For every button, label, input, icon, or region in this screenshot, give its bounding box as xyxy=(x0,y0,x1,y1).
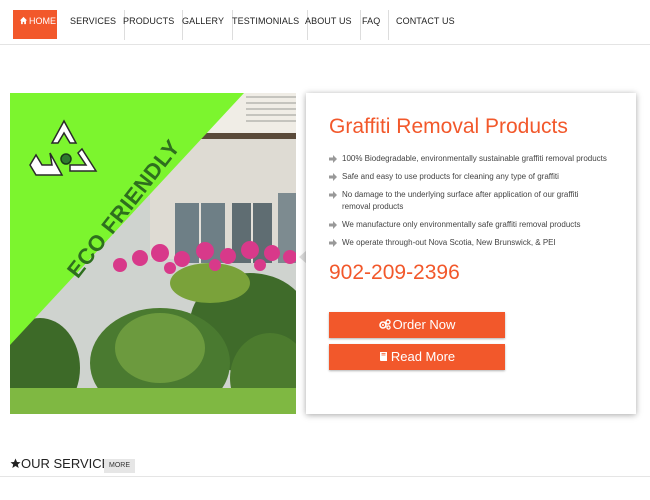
phone-number[interactable]: 902-209-2396 xyxy=(329,261,460,285)
order-now-label: Order Now xyxy=(392,317,456,332)
order-now-button[interactable]: Order Now xyxy=(329,312,505,338)
book-icon xyxy=(379,352,387,361)
gears-icon xyxy=(378,319,391,330)
feature-text: Safe and easy to use products for cleani… xyxy=(342,172,559,181)
home-icon xyxy=(19,16,28,25)
feature-text: 100% Biodegradable, environmentally sust… xyxy=(342,154,607,163)
nav-testimonials[interactable]: TESTIMONIALS xyxy=(224,10,309,40)
star-icon xyxy=(10,458,21,468)
feature-text: No damage to the underlying surface afte… xyxy=(342,190,579,211)
arrow-bullet-icon xyxy=(329,239,337,247)
nav-home-label: HOME xyxy=(29,16,56,26)
nav-contact-us[interactable]: CONTACT US xyxy=(388,10,463,40)
arrow-bullet-icon xyxy=(329,155,337,163)
nav-about-us[interactable]: ABOUT US xyxy=(297,10,361,40)
arrow-bullet-icon xyxy=(329,191,337,199)
our-services-heading: OUR SERVICES xyxy=(10,456,119,471)
feature-item: No damage to the underlying surface afte… xyxy=(329,189,619,213)
feature-text: We manufacture only environmentally safe… xyxy=(342,220,581,229)
arrow-bullet-icon xyxy=(329,173,337,181)
nav-faq[interactable]: FAQ xyxy=(354,10,390,40)
read-more-label: Read More xyxy=(390,349,456,364)
hero-photo: ECO FRIENDLY xyxy=(10,93,296,414)
feature-item: 100% Biodegradable, environmentally sust… xyxy=(329,153,619,165)
main-nav: HOME SERVICES PRODUCTS GALLERY TESTIMONI… xyxy=(0,0,650,45)
card-title: Graffiti Removal Products xyxy=(329,115,568,138)
arrow-bullet-icon xyxy=(329,221,337,229)
building-photo xyxy=(10,93,296,414)
product-card: Graffiti Removal Products 100% Biodegrad… xyxy=(306,93,636,414)
services-divider xyxy=(0,476,650,477)
nav-home[interactable]: HOME xyxy=(13,10,57,39)
services-more-button[interactable]: MORE xyxy=(104,459,135,473)
feature-item: We manufacture only environmentally safe… xyxy=(329,219,619,231)
feature-text: We operate through-out Nova Scotia, New … xyxy=(342,238,556,247)
feature-item: We operate through-out Nova Scotia, New … xyxy=(329,237,619,249)
read-more-button[interactable]: Read More xyxy=(329,344,505,370)
feature-item: Safe and easy to use products for cleani… xyxy=(329,171,619,183)
